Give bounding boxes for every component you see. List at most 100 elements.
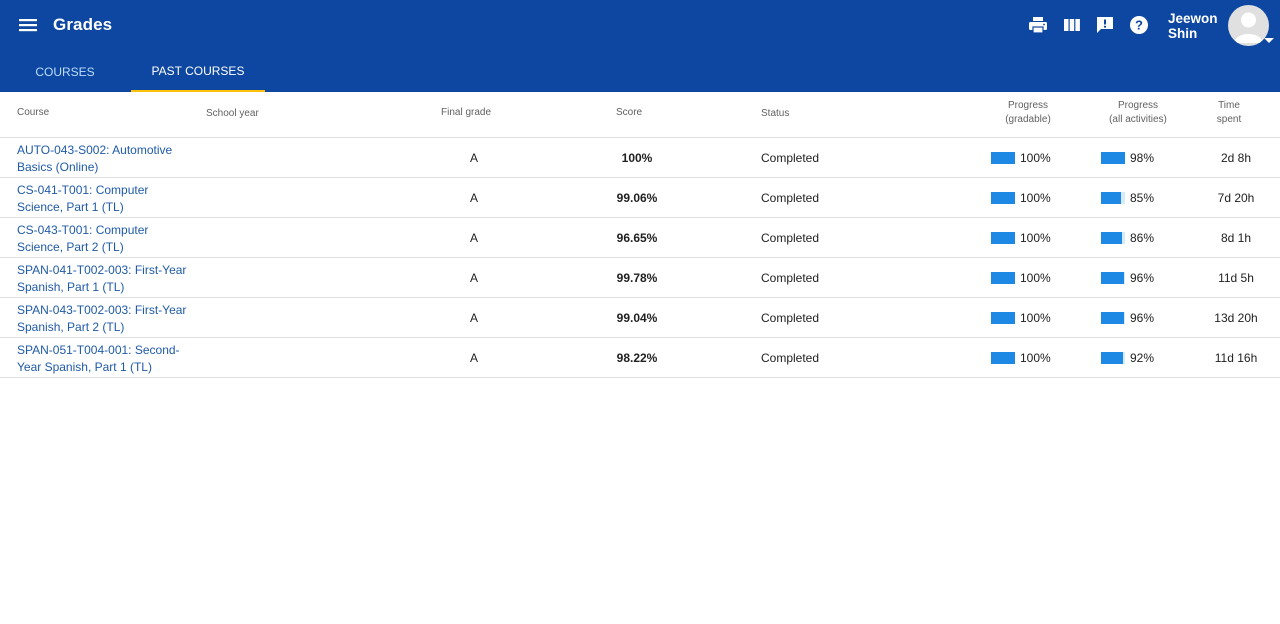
- table-row: AUTO-043-S002: Automotive Basics (Online…: [0, 138, 1280, 178]
- feedback-icon[interactable]: [1094, 14, 1116, 36]
- tab-courses[interactable]: COURSES: [0, 52, 130, 92]
- final-grade: A: [469, 191, 478, 205]
- progress-gradable-fill: [991, 192, 1015, 204]
- course-link[interactable]: SPAN-043-T002-003: First-Year Spanish, P…: [17, 302, 187, 335]
- time-spent: 11d 5h: [1218, 271, 1254, 285]
- status: Completed: [761, 231, 820, 245]
- progress-all-bar: [1101, 152, 1125, 164]
- progress-gradable-value: 100%: [1020, 311, 1051, 325]
- progress-gradable-fill: [991, 152, 1015, 164]
- table-row: SPAN-043-T002-003: First-Year Spanish, P…: [0, 298, 1280, 338]
- column-header-time-line2: spent: [1216, 114, 1242, 125]
- score: 99.04%: [616, 311, 658, 325]
- time-spent: 8d 1h: [1220, 231, 1252, 245]
- progress-all-value: 86%: [1130, 231, 1155, 245]
- progress-all-value: 96%: [1130, 311, 1155, 325]
- table-row: SPAN-041-T002-003: First-Year Spanish, P…: [0, 258, 1280, 298]
- progress-gradable-bar: [991, 352, 1015, 364]
- progress-gradable-bar: [991, 192, 1015, 204]
- progress-all-bar: [1101, 192, 1125, 204]
- score: 99.06%: [616, 191, 658, 205]
- progress-all-fill: [1101, 352, 1124, 364]
- score: 99.78%: [616, 271, 658, 285]
- progress-gradable-value: 100%: [1020, 271, 1051, 285]
- progress-all-value: 85%: [1130, 191, 1155, 205]
- progress-gradable-value: 100%: [1020, 191, 1051, 205]
- tab-past-courses[interactable]: PAST COURSES: [131, 52, 265, 92]
- column-header-progress-all-line2: (all activities): [1109, 114, 1167, 125]
- user-last-name: Shin: [1168, 26, 1198, 41]
- user-name[interactable]: Jeewon Shin: [1168, 11, 1228, 41]
- status: Completed: [761, 311, 820, 325]
- avatar-person-icon: [1234, 12, 1263, 43]
- time-spent: 13d 20h: [1214, 311, 1258, 325]
- progress-all-fill: [1101, 232, 1122, 244]
- progress-all-fill: [1101, 312, 1125, 324]
- progress-all-value: 92%: [1130, 351, 1155, 365]
- status: Completed: [761, 271, 820, 285]
- column-header-progress-gradable-line2: (gradable): [1005, 114, 1051, 125]
- progress-gradable-bar: [991, 312, 1015, 324]
- score: 100%: [621, 151, 653, 165]
- help-icon[interactable]: ?: [1128, 14, 1150, 36]
- course-link[interactable]: CS-041-T001: Computer Science, Part 1 (T…: [17, 182, 187, 215]
- column-header-time-line1: Time: [1218, 100, 1240, 111]
- status: Completed: [761, 351, 820, 365]
- table-row: CS-041-T001: Computer Science, Part 1 (T…: [0, 178, 1280, 218]
- progress-gradable-value: 100%: [1020, 231, 1051, 245]
- column-header-time-spent[interactable]: Time spent: [1204, 99, 1254, 127]
- progress-gradable-bar: [991, 272, 1015, 284]
- score: 96.65%: [616, 231, 658, 245]
- progress-gradable-bar: [991, 152, 1015, 164]
- column-header-course[interactable]: Course: [17, 106, 49, 120]
- column-header-score[interactable]: Score: [616, 106, 642, 120]
- progress-gradable-fill: [991, 312, 1015, 324]
- status: Completed: [761, 191, 820, 205]
- app-header: Grades ? Jeewon Shin COURSES PAST COURSE…: [0, 0, 1280, 92]
- course-link[interactable]: SPAN-051-T004-001: Second-Year Spanish, …: [17, 342, 187, 375]
- time-spent: 11d 16h: [1214, 351, 1258, 365]
- progress-gradable-fill: [991, 232, 1015, 244]
- progress-gradable-fill: [991, 272, 1015, 284]
- columns-icon[interactable]: [1061, 14, 1083, 36]
- course-link[interactable]: AUTO-043-S002: Automotive Basics (Online…: [17, 142, 187, 175]
- user-first-name: Jeewon: [1168, 11, 1218, 26]
- column-header-status[interactable]: Status: [761, 107, 789, 121]
- table-header: Course School year Final grade Score Sta…: [0, 92, 1280, 138]
- chevron-down-icon[interactable]: [1264, 38, 1274, 43]
- progress-all-bar: [1101, 232, 1125, 244]
- progress-all-bar: [1101, 272, 1125, 284]
- progress-all-fill: [1101, 192, 1122, 204]
- column-header-progress-gradable[interactable]: Progress (gradable): [988, 99, 1068, 127]
- course-link[interactable]: SPAN-041-T002-003: First-Year Spanish, P…: [17, 262, 187, 295]
- final-grade: A: [469, 151, 478, 165]
- final-grade: A: [469, 271, 478, 285]
- progress-gradable-fill: [991, 352, 1015, 364]
- final-grade: A: [469, 351, 478, 365]
- progress-gradable-bar: [991, 232, 1015, 244]
- menu-icon[interactable]: [14, 11, 42, 39]
- column-header-progress-gradable-line1: Progress: [1007, 100, 1048, 111]
- progress-all-bar: [1101, 352, 1125, 364]
- print-icon[interactable]: [1027, 14, 1049, 36]
- progress-gradable-value: 100%: [1020, 151, 1051, 165]
- time-spent: 7d 20h: [1217, 191, 1255, 205]
- course-link[interactable]: CS-043-T001: Computer Science, Part 2 (T…: [17, 222, 187, 255]
- svg-text:?: ?: [1135, 18, 1143, 33]
- column-header-final-grade[interactable]: Final grade: [441, 106, 491, 120]
- column-header-progress-all[interactable]: Progress (all activities): [1093, 99, 1183, 127]
- progress-all-value: 98%: [1130, 151, 1155, 165]
- progress-all-fill: [1101, 152, 1125, 164]
- column-header-school-year[interactable]: School year: [206, 107, 259, 121]
- avatar[interactable]: [1228, 5, 1269, 46]
- table-row: CS-043-T001: Computer Science, Part 2 (T…: [0, 218, 1280, 258]
- progress-all-fill: [1101, 272, 1125, 284]
- final-grade: A: [469, 311, 478, 325]
- page-title: Grades: [53, 15, 113, 34]
- column-header-progress-all-line1: Progress: [1117, 100, 1158, 111]
- final-grade: A: [469, 231, 478, 245]
- score: 98.22%: [616, 351, 658, 365]
- progress-all-bar: [1101, 312, 1125, 324]
- status: Completed: [761, 151, 820, 165]
- progress-gradable-value: 100%: [1020, 351, 1051, 365]
